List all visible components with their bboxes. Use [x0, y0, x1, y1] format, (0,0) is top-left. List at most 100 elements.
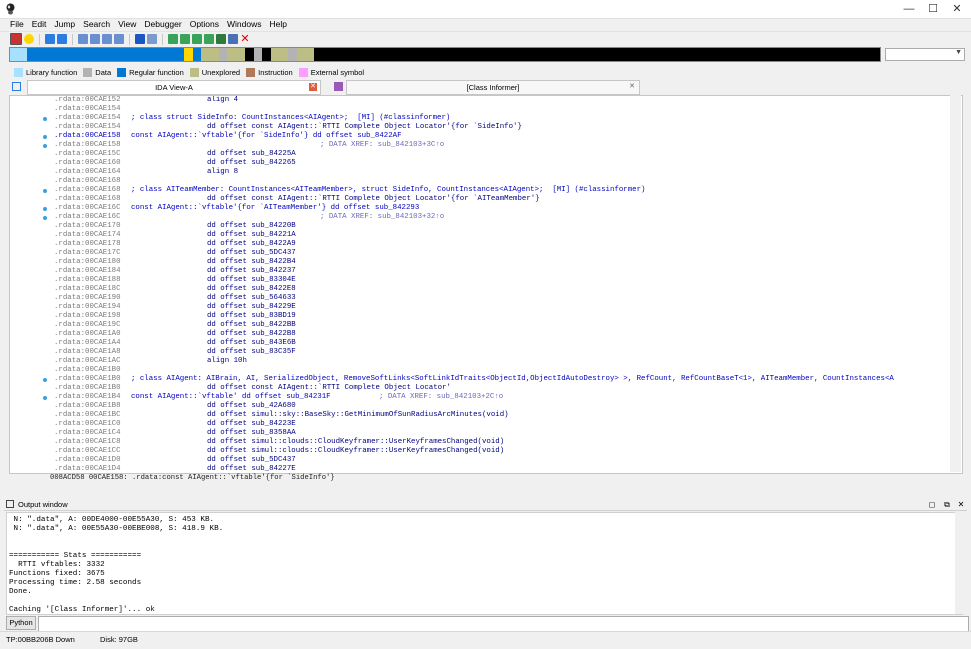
call-graph-icon[interactable] [204, 34, 214, 44]
code-instruction: dd offset simul::sky::BaseSky::GetMinimu… [207, 411, 509, 419]
graph-icon[interactable] [168, 34, 178, 44]
disassembly-view[interactable]: .rdata:00CAE152 align 4 .rdata:00CAE154 .rd… [9, 95, 963, 474]
code-line[interactable]: .rdata:00CAE1B0 ; class AIAgent: AIBrain,… [10, 375, 962, 384]
command-input[interactable] [38, 616, 969, 632]
code-address: .rdata:00CAE154 [54, 105, 121, 113]
code-line[interactable]: .rdata:00CAE194 dd offset sub_84229E [10, 303, 962, 312]
code-instruction: dd offset const AIAgent::`RTTI Complete … [207, 123, 522, 131]
open-icon[interactable] [10, 33, 22, 45]
code-line[interactable]: .rdata:00CAE1CC dd offset simul::clouds::… [10, 447, 962, 456]
maximize-button[interactable]: ☐ [921, 0, 945, 18]
code-line[interactable]: .rdata:00CAE154 ; class struct SideInfo: … [10, 114, 962, 123]
stop-icon[interactable]: ✕ [240, 34, 250, 45]
code-line[interactable]: .rdata:00CAE1D0 dd offset sub_5DC437 [10, 456, 962, 465]
restore-icon[interactable]: ◻ [927, 499, 937, 510]
patch-icon[interactable] [228, 34, 238, 44]
output-text[interactable]: N: ".data", A: 00DE4000-00E55A30, S: 453… [6, 512, 963, 615]
code-line[interactable]: .rdata:00CAE198 dd offset sub_83BD19 [10, 312, 962, 321]
data-xref[interactable]: ; DATA XREF: sub_842103+3C↑o [320, 141, 444, 150]
code-line[interactable]: .rdata:00CAE1B0 [10, 366, 962, 375]
code-address: .rdata:00CAE1CC [54, 447, 121, 455]
python-button[interactable]: Python [6, 616, 36, 630]
nav-segment [10, 48, 28, 61]
code-line[interactable]: .rdata:00CAE19C dd offset sub_8422BB [10, 321, 962, 330]
binary-search-icon[interactable] [78, 34, 88, 44]
navigation-band[interactable] [9, 47, 881, 62]
menu-help[interactable]: Help [266, 18, 291, 31]
code-line[interactable]: .rdata:00CAE1A4 dd offset sub_843E6B [10, 339, 962, 348]
navigation-combo[interactable]: ▼ [885, 48, 965, 61]
close-icon[interactable]: ✕ [956, 499, 966, 510]
add-icon[interactable] [216, 34, 226, 44]
code-line[interactable]: .rdata:00CAE180 dd offset sub_8422B4 [10, 258, 962, 267]
tab-ida-view-a[interactable]: IDA View-A ✕ [27, 80, 321, 95]
forward-arrow-icon[interactable] [57, 34, 67, 44]
code-line[interactable]: .rdata:00CAE158 ; DATA XREF: sub_842103+3… [10, 141, 962, 150]
menu-windows[interactable]: Windows [223, 18, 265, 31]
code-line[interactable]: .rdata:00CAE1B4 const AIAgent::`vftable' … [10, 393, 962, 402]
code-line[interactable]: .rdata:00CAE170 dd offset sub_84220B [10, 222, 962, 231]
minimize-button[interactable]: — [897, 0, 921, 18]
jump-icon[interactable] [147, 34, 157, 44]
flow-chart-icon[interactable] [192, 34, 202, 44]
next-search-icon[interactable] [114, 34, 124, 44]
tab-close-icon[interactable]: ✕ [628, 83, 636, 91]
float-icon[interactable]: ⧉ [942, 499, 952, 510]
code-line[interactable]: .rdata:00CAE1B8 dd offset sub_42A680 [10, 402, 962, 411]
code-line[interactable]: .rdata:00CAE174 dd offset sub_84221A [10, 231, 962, 240]
code-line[interactable]: .rdata:00CAE1B0 dd offset const AIAgent::… [10, 384, 962, 393]
code-line[interactable]: .rdata:00CAE188 dd offset sub_83304E [10, 276, 962, 285]
code-line[interactable]: .rdata:00CAE164 align 8 [10, 168, 962, 177]
code-line[interactable]: .rdata:00CAE1C8 dd offset simul::clouds::… [10, 438, 962, 447]
code-line[interactable]: .rdata:00CAE15C dd offset sub_84225A [10, 150, 962, 159]
output-scrollbar[interactable] [955, 512, 963, 614]
tab-class-informer[interactable]: [Class Informer] ✕ [346, 80, 640, 95]
code-line[interactable]: .rdata:00CAE168 ; class AITeamMember: Cou… [10, 186, 962, 195]
code-line[interactable]: .rdata:00CAE17C dd offset sub_5DC437 [10, 249, 962, 258]
code-line[interactable]: .rdata:00CAE1A8 dd offset sub_83C35F [10, 348, 962, 357]
code-line[interactable]: .rdata:00CAE168 [10, 177, 962, 186]
horizontal-scrollbar[interactable] [9, 484, 961, 492]
close-button[interactable]: ✕ [945, 0, 969, 18]
code-line[interactable]: .rdata:00CAE154 dd offset const AIAgent::… [10, 123, 962, 132]
code-line[interactable]: .rdata:00CAE16C ; DATA XREF: sub_842103+3… [10, 213, 962, 222]
back-arrow-icon[interactable] [45, 34, 55, 44]
menu-file[interactable]: File [6, 18, 28, 31]
menu-view[interactable]: View [114, 18, 140, 31]
code-line[interactable]: .rdata:00CAE168 dd offset const AIAgent::… [10, 195, 962, 204]
code-line[interactable]: .rdata:00CAE1BC dd offset simul::sky::Bas… [10, 411, 962, 420]
code-address: .rdata:00CAE1C0 [54, 420, 121, 428]
code-line[interactable]: .rdata:00CAE158 const AIAgent::`vftable'{… [10, 132, 962, 141]
down-arrow-icon[interactable] [135, 34, 145, 44]
code-line[interactable]: .rdata:00CAE1C4 dd offset sub_8358AA [10, 429, 962, 438]
menu-search[interactable]: Search [79, 18, 114, 31]
nav-segment [244, 48, 254, 61]
code-line[interactable]: .rdata:00CAE184 dd offset sub_842237 [10, 267, 962, 276]
code-line[interactable]: .rdata:00CAE18C dd offset sub_8422E8 [10, 285, 962, 294]
code-line[interactable]: .rdata:00CAE1C0 dd offset sub_84223E [10, 420, 962, 429]
code-line[interactable]: .rdata:00CAE1AC align 10h [10, 357, 962, 366]
menu-debugger[interactable]: Debugger [140, 18, 185, 31]
immediate-search-icon[interactable] [102, 34, 112, 44]
nav-segment [218, 48, 228, 61]
code-line[interactable]: .rdata:00CAE190 dd offset sub_564633 [10, 294, 962, 303]
tab-close-icon[interactable]: ✕ [309, 83, 317, 91]
menu-edit[interactable]: Edit [28, 18, 51, 31]
proximity-icon[interactable] [180, 34, 190, 44]
code-line[interactable]: .rdata:00CAE160 dd offset sub_842265 [10, 159, 962, 168]
code-line[interactable]: .rdata:00CAE152 align 4 [10, 96, 962, 105]
data-xref[interactable]: ; DATA XREF: sub_842103+2C↑o [379, 393, 503, 402]
code-address: .rdata:00CAE164 [54, 168, 121, 176]
code-line[interactable]: .rdata:00CAE154 [10, 105, 962, 114]
code-address: .rdata:00CAE16C [54, 204, 121, 212]
data-xref[interactable]: ; DATA XREF: sub_842103+32↑o [320, 213, 444, 222]
menu-jump[interactable]: Jump [50, 18, 79, 31]
legend-item: Unexplored [189, 67, 240, 77]
vertical-scrollbar[interactable] [950, 95, 961, 472]
code-line[interactable]: .rdata:00CAE1A0 dd offset sub_8422B8 [10, 330, 962, 339]
text-search-icon[interactable] [90, 34, 100, 44]
code-line[interactable]: .rdata:00CAE16C const AIAgent::`vftable'{… [10, 204, 962, 213]
code-line[interactable]: .rdata:00CAE178 dd offset sub_8422A9 [10, 240, 962, 249]
save-icon[interactable] [24, 34, 34, 44]
menu-options[interactable]: Options [186, 18, 223, 31]
